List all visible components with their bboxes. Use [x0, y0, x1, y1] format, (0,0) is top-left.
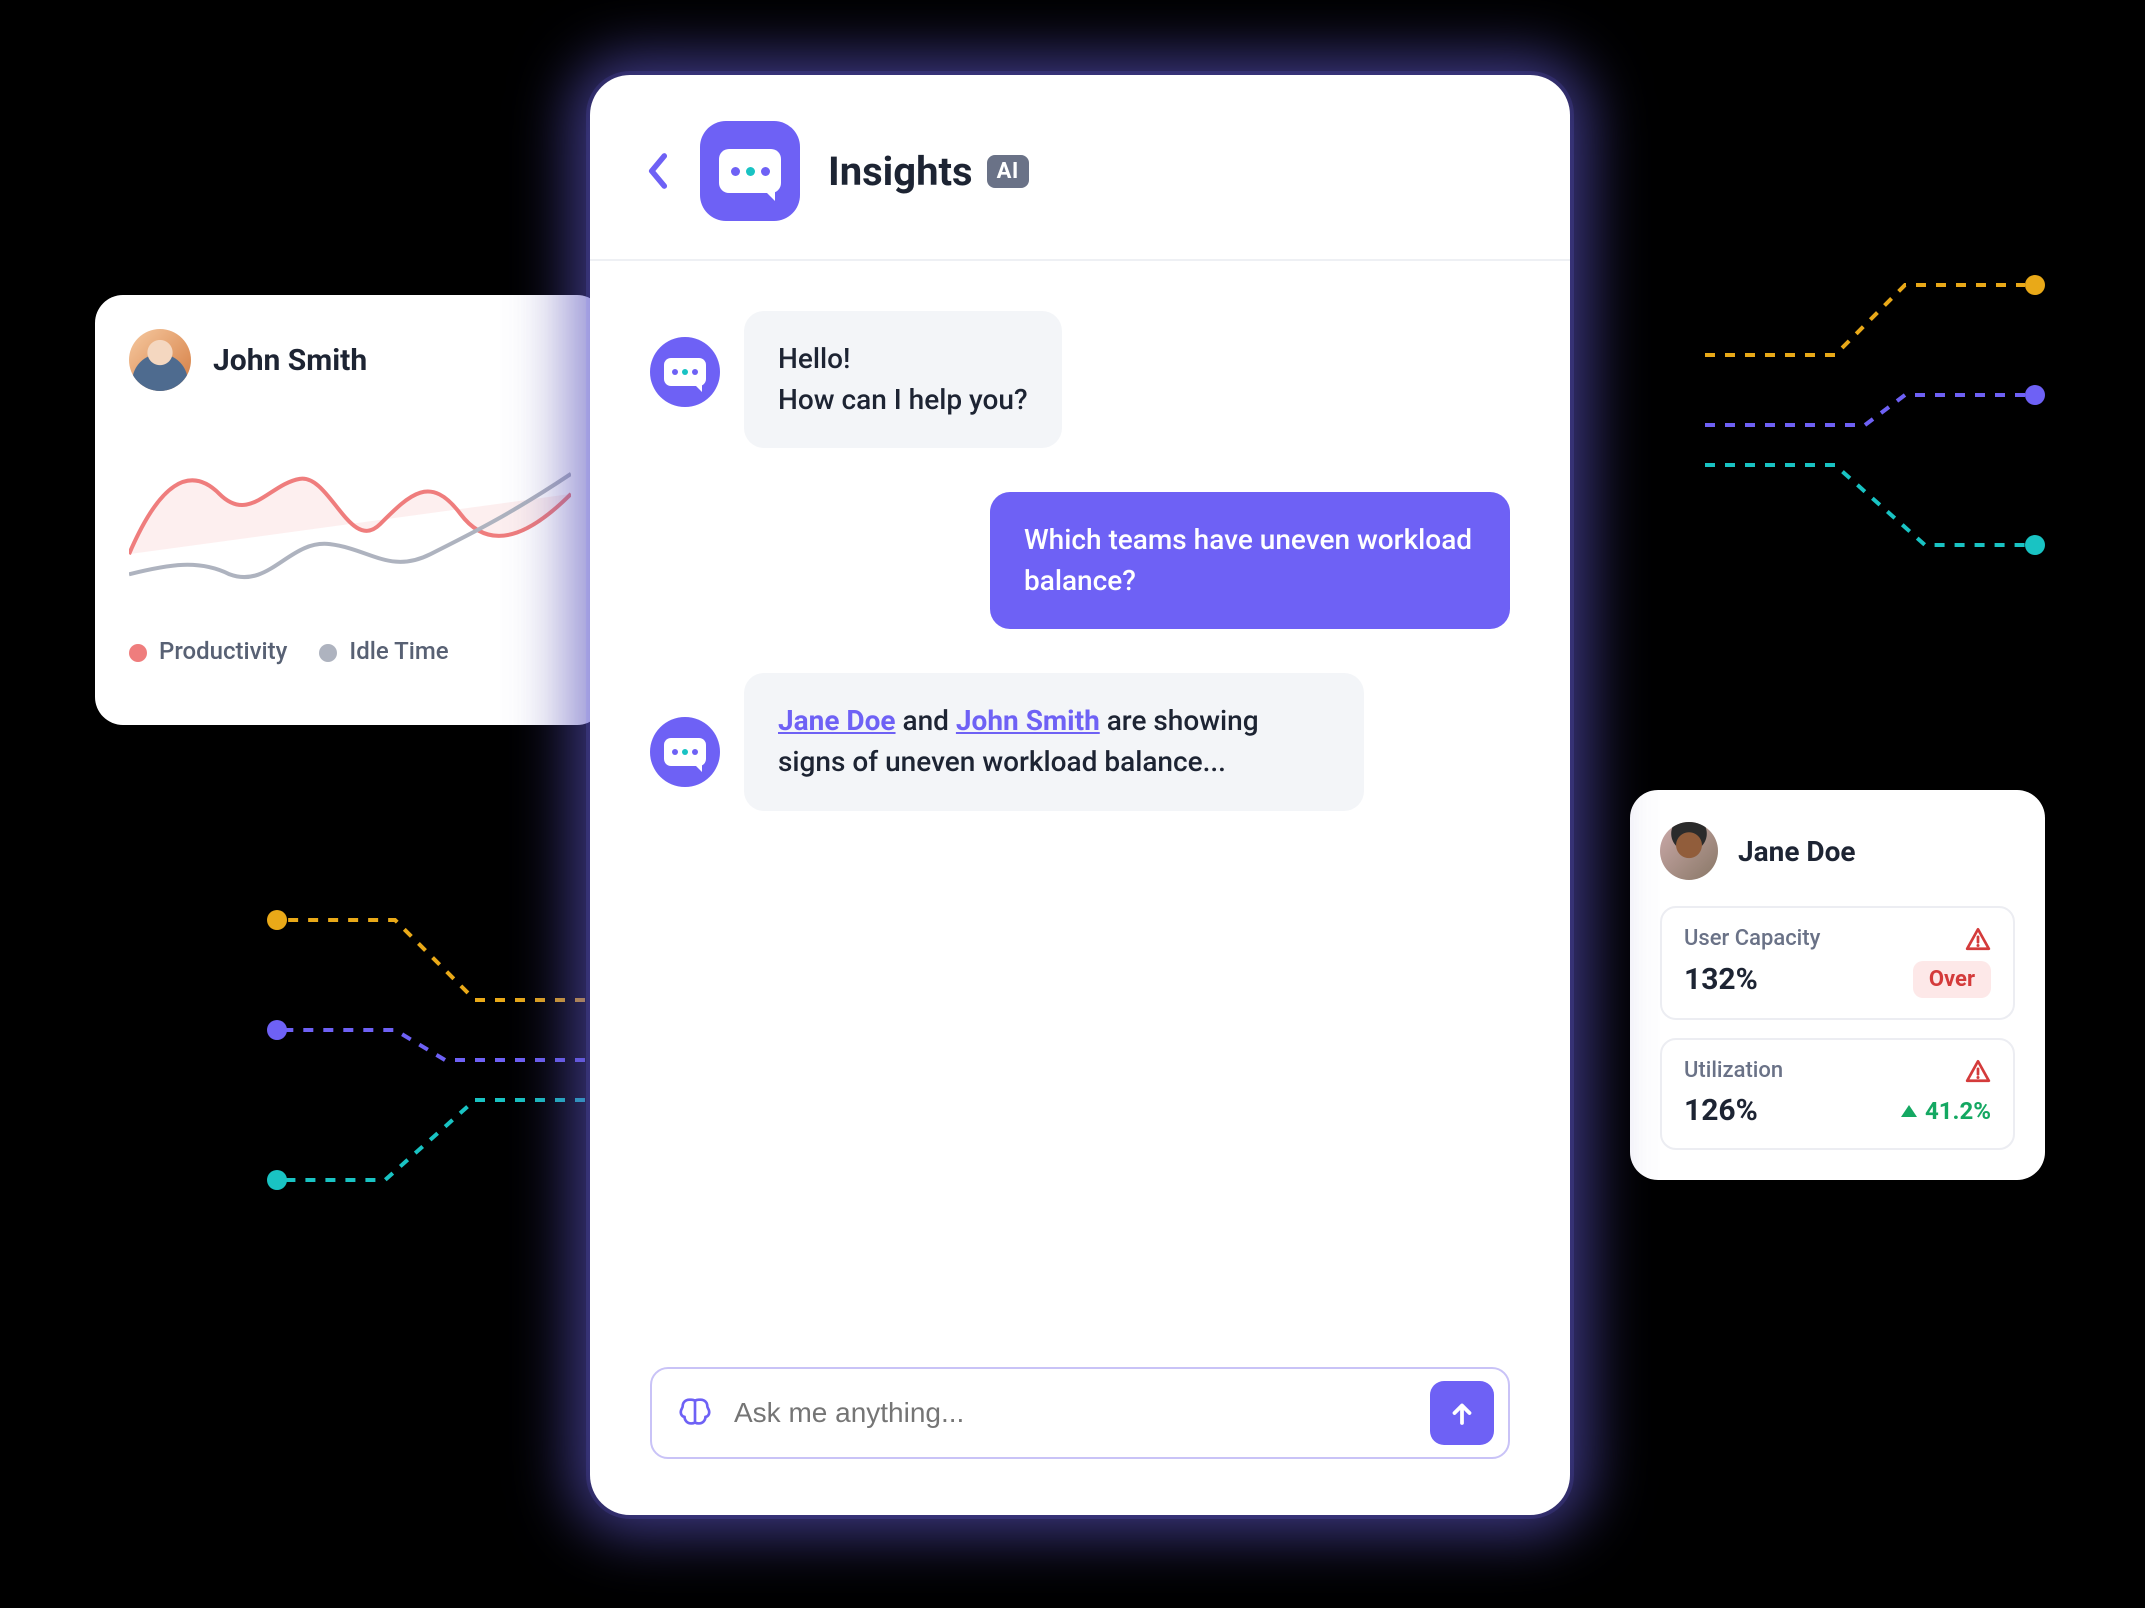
- productivity-sparkline: [129, 409, 571, 619]
- user-name: John Smith: [213, 343, 367, 378]
- avatar: [1660, 822, 1718, 880]
- legend-dot-productivity: [129, 644, 147, 662]
- user-link[interactable]: John Smith: [956, 704, 1100, 737]
- app-logo: [700, 121, 800, 221]
- stat-label: User Capacity: [1684, 926, 1820, 951]
- message-bubble: Which teams have uneven workload balance…: [990, 492, 1510, 629]
- user-name: Jane Doe: [1738, 835, 1856, 868]
- connector-lines-top-right: [1705, 265, 2085, 585]
- status-badge: Over: [1913, 961, 1991, 998]
- arrow-up-icon: [1447, 1398, 1477, 1428]
- user-capacity-card: Jane Doe User Capacity 132% Over Utiliza…: [1630, 790, 2045, 1180]
- warning-icon: [1965, 927, 1991, 951]
- back-chevron-icon[interactable]: [644, 151, 672, 191]
- message-text: How can I help you?: [778, 383, 1028, 416]
- panel-title: Insights: [828, 148, 973, 195]
- user-productivity-card: John Smith Productivity Idle Time: [95, 295, 605, 725]
- bot-avatar-icon: [650, 717, 720, 787]
- avatar: [129, 329, 191, 391]
- connector-lines-bottom-left: [225, 900, 625, 1220]
- user-message: Which teams have uneven workload balance…: [650, 492, 1510, 629]
- warning-icon: [1965, 1059, 1991, 1083]
- legend-dot-idle: [319, 644, 337, 662]
- message-text: and: [896, 704, 956, 737]
- legend-label: Productivity: [159, 637, 287, 665]
- chart-legend: Productivity Idle Time: [129, 637, 571, 665]
- message-bubble: Jane Doe and John Smith are showing sign…: [744, 673, 1364, 810]
- ai-badge: AI: [987, 155, 1029, 188]
- utilization-stat: Utilization 126% 41.2%: [1660, 1038, 2015, 1150]
- send-button[interactable]: [1430, 1381, 1494, 1445]
- chat-input-bar[interactable]: [650, 1367, 1510, 1459]
- stat-value: 126%: [1684, 1093, 1758, 1128]
- insights-panel: Insights AI Hello! How can I help you? W…: [590, 75, 1570, 1515]
- panel-header: Insights AI: [590, 75, 1570, 261]
- message-text: Which teams have uneven workload balance…: [1024, 523, 1472, 597]
- brain-icon: [676, 1394, 714, 1432]
- message-bubble: Hello! How can I help you?: [744, 311, 1062, 448]
- triangle-up-icon: [1901, 1105, 1917, 1117]
- bot-message: Hello! How can I help you?: [650, 311, 1510, 448]
- capacity-stat: User Capacity 132% Over: [1660, 906, 2015, 1020]
- delta-up: 41.2%: [1901, 1097, 1991, 1125]
- chat-thread: Hello! How can I help you? Which teams h…: [590, 261, 1570, 1367]
- stat-value: 132%: [1684, 962, 1758, 997]
- chat-input[interactable]: [734, 1397, 1410, 1429]
- bot-avatar-icon: [650, 337, 720, 407]
- user-link[interactable]: Jane Doe: [778, 704, 896, 737]
- delta-value: 41.2%: [1925, 1097, 1991, 1125]
- bot-message: Jane Doe and John Smith are showing sign…: [650, 673, 1510, 810]
- legend-label: Idle Time: [349, 637, 448, 665]
- stat-label: Utilization: [1684, 1058, 1783, 1083]
- message-text: Hello!: [778, 342, 850, 375]
